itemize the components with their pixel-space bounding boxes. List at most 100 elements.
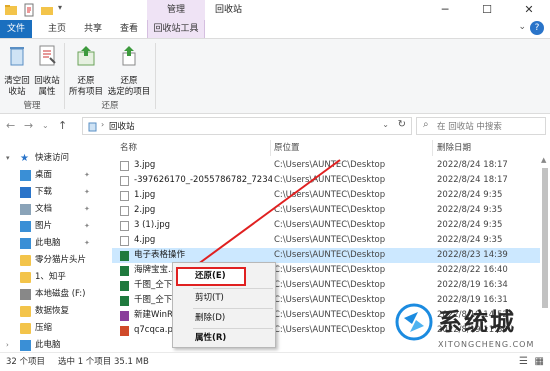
file-deleted: 2022/8/24 9:35 (437, 190, 503, 200)
restore-all-button[interactable]: 还原 所有项目 (66, 43, 106, 98)
file-location: C:\Users\AUNTEC\Desktop (274, 265, 386, 275)
menu-item-properties[interactable]: 属性(R) (175, 329, 273, 347)
nav-item[interactable]: 压缩 (0, 320, 100, 337)
excel-file-icon (120, 281, 129, 291)
tab-home[interactable]: 主页 (40, 20, 74, 38)
empty-recycle-bin-button[interactable]: 清空回 收站 (2, 43, 32, 98)
file-deleted: 2022/8/24 9:35 (437, 205, 503, 215)
nav-item[interactable]: 本地磁盘 (F:) (0, 286, 100, 303)
breadcrumb-chevron-icon[interactable]: › (101, 120, 104, 129)
file-location: C:\Users\AUNTEC\Desktop (274, 250, 386, 260)
pin-icon: ✦ (84, 205, 90, 213)
refresh-icon[interactable]: ↻ (398, 119, 406, 130)
empty-bin-label: 清空回 收站 (4, 76, 30, 97)
file-row[interactable]: 电子表格操作 C:\Users\AUNTEC\Desktop 2022/8/23 1… (112, 248, 550, 263)
scroll-up-icon[interactable]: ▲ (541, 156, 546, 164)
item-count: 32 个项目 (6, 357, 46, 367)
column-header-name[interactable]: 名称 (120, 140, 137, 156)
file-deleted: 2022/8/22 16:40 (437, 265, 508, 275)
file-name: 电子表格操作 (134, 250, 186, 260)
nav-item[interactable]: 数据恢复 (0, 303, 100, 320)
nav-item-label: 下载 (35, 187, 53, 197)
column-header-location[interactable]: 原位置 (274, 140, 300, 156)
file-row[interactable]: 4.jpg C:\Users\AUNTEC\Desktop 2022/8/24 9:… (112, 233, 550, 248)
expand-chevron-icon[interactable]: ▾ (6, 150, 10, 167)
up-arrow-icon[interactable]: ↑ (58, 119, 67, 132)
app-folder-icon (5, 5, 17, 15)
quick-access-dropdown-icon[interactable]: ▾ (58, 3, 72, 17)
computer-icon (20, 238, 31, 249)
file-deleted: 2022/8/24 18:17 (437, 175, 508, 185)
empty-bin-icon (10, 47, 24, 66)
close-button[interactable]: ✕ (508, 0, 550, 20)
excel-file-icon (120, 266, 129, 276)
recycle-bin-properties-button[interactable]: 回收站 属性 (32, 43, 62, 98)
address-field[interactable]: › 回收站 ⌄ ↻ (82, 117, 412, 135)
scrollbar-thumb[interactable] (542, 168, 548, 308)
image-file-icon (120, 206, 129, 216)
menu-item-restore[interactable]: 还原(E) (175, 267, 273, 285)
menu-item-cut[interactable]: 剪切(T) (175, 289, 273, 307)
menu-item-delete[interactable]: 删除(D) (175, 309, 273, 327)
file-name: 2.jpg (134, 205, 156, 215)
maximize-button[interactable]: ☐ (466, 0, 508, 20)
file-row[interactable]: 1.jpg C:\Users\AUNTEC\Desktop 2022/8/24 9:… (112, 188, 550, 203)
tab-view[interactable]: 查看 (112, 20, 146, 38)
image-file-icon (120, 221, 129, 231)
nav-item-label: 零分猫片头片 (35, 255, 87, 265)
tab-share[interactable]: 共享 (76, 20, 110, 38)
ribbon-collapse-icon[interactable]: ⌄ (518, 22, 526, 32)
column-header-deleted[interactable]: 删除日期 (437, 140, 471, 156)
nav-item-label: 图片 (35, 221, 53, 231)
nav-item[interactable]: 零分猫片头片 (0, 252, 100, 269)
nav-item[interactable]: 此电脑 ✦ (0, 235, 100, 252)
group-divider (155, 43, 156, 109)
file-row[interactable]: -397626170_-2055786782_7234... C:\Users\A… (112, 173, 550, 188)
nav-item[interactable]: 下载 ✦ (0, 184, 100, 201)
recycle-bin-small-icon (88, 122, 97, 132)
properties-quick-icon[interactable] (22, 3, 36, 17)
forward-arrow-icon[interactable]: → (24, 119, 33, 132)
nav-item[interactable]: 1、知乎 (0, 269, 100, 286)
restore-selected-button[interactable]: 还原 选定的项目 (106, 43, 152, 98)
context-menu: 还原(E) 剪切(T) 删除(D) 属性(R) (172, 262, 276, 348)
column-separator[interactable] (270, 140, 271, 156)
context-tab-header: 管理 (147, 0, 205, 20)
watermark-logo-icon (395, 303, 433, 341)
help-icon[interactable]: ? (530, 21, 544, 35)
file-location: C:\Users\AUNTEC\Desktop (274, 220, 386, 230)
watermark: 系统城 XITONGCHENG.COM (394, 300, 550, 356)
manage-group-label: 管理 (23, 101, 41, 111)
file-row[interactable]: 3 (1).jpg C:\Users\AUNTEC\Desktop 2022/8/2… (112, 218, 550, 233)
file-row[interactable]: 2.jpg C:\Users\AUNTEC\Desktop 2022/8/24 9:… (112, 203, 550, 218)
excel-file-icon (120, 251, 129, 261)
file-row[interactable]: 3.jpg C:\Users\AUNTEC\Desktop 2022/8/24 18… (112, 158, 550, 173)
minimize-button[interactable]: ─ (424, 0, 466, 20)
nav-item-label: 桌面 (35, 170, 53, 180)
column-separator[interactable] (432, 140, 433, 156)
nav-item[interactable]: 文档 ✦ (0, 201, 100, 218)
nav-item[interactable]: 桌面 ✦ (0, 167, 100, 184)
address-bar-row: ← → ⌄ ↑ › 回收站 ⌄ ↻ ⌕ 在 回收站 中搜索 (0, 114, 550, 138)
image-file-icon (120, 176, 129, 186)
file-name: -397626170_-2055786782_7234... (134, 175, 272, 185)
ribbon: 清空回 收站 回收站 属性 管理 还原 所有项目 还原 选定的项目 还原 (0, 38, 550, 114)
back-arrow-icon[interactable]: ← (6, 119, 15, 132)
archive-file-icon (120, 311, 129, 321)
search-field[interactable]: ⌕ 在 回收站 中搜索 (416, 117, 546, 135)
desktop-icon (20, 170, 31, 181)
file-location: C:\Users\AUNTEC\Desktop (274, 235, 386, 245)
nav-item[interactable]: ▾ ★ 快速访问 (0, 150, 100, 167)
selection-info: 选中 1 个项目 35.1 MB (58, 357, 149, 367)
address-dropdown-icon[interactable]: ⌄ (382, 120, 389, 129)
new-folder-quick-icon[interactable] (40, 3, 54, 17)
nav-item-label: 1、知乎 (35, 272, 66, 282)
recent-locations-icon[interactable]: ⌄ (42, 121, 49, 130)
breadcrumb-current[interactable]: 回收站 (109, 120, 135, 132)
nav-item[interactable]: 图片 ✦ (0, 218, 100, 235)
tab-recycle-bin-tools[interactable]: 回收站工具 (147, 20, 205, 38)
folder-icon (20, 272, 31, 283)
restore-selected-icon (122, 46, 136, 66)
tab-file[interactable]: 文件 (0, 20, 32, 38)
file-location: C:\Users\AUNTEC\Desktop (274, 205, 386, 215)
